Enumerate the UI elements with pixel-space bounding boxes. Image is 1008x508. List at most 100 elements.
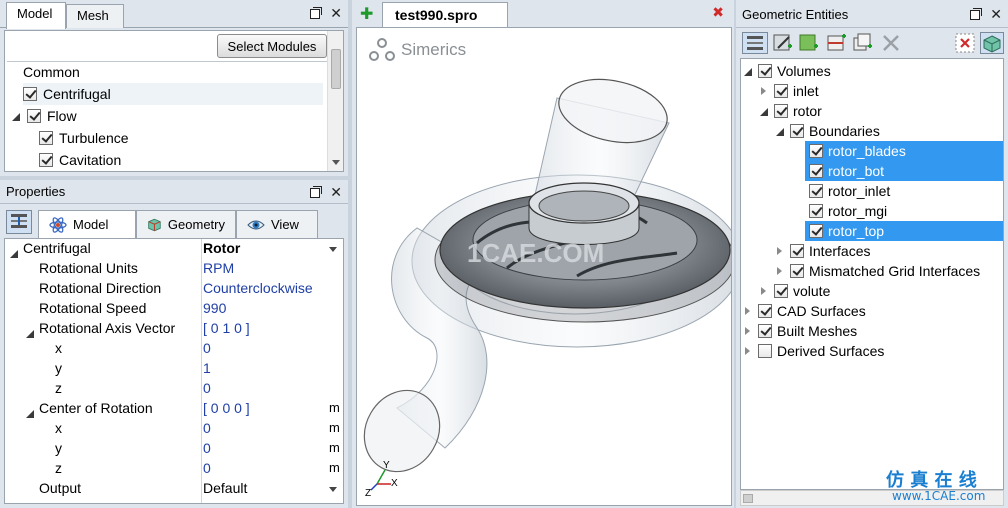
- tree-item-rotor-bot[interactable]: rotor_bot: [805, 161, 1003, 181]
- property-value[interactable]: 0: [203, 460, 211, 476]
- tree-checkbox[interactable]: [790, 264, 804, 278]
- close-icon[interactable]: ✕: [990, 7, 1002, 21]
- tree-checkbox[interactable]: [809, 204, 823, 218]
- dropdown-arrow-icon[interactable]: [329, 487, 337, 492]
- tree-checkbox[interactable]: [758, 344, 772, 358]
- collapse-icon[interactable]: [775, 126, 785, 136]
- layout-toggle-icon[interactable]: [6, 210, 32, 234]
- tree-checkbox[interactable]: [774, 104, 788, 118]
- table-row[interactable]: z 0: [5, 379, 343, 399]
- close-document-icon[interactable]: ✖: [712, 4, 724, 21]
- document-tab[interactable]: test990.spro: [382, 2, 508, 27]
- tree-checkbox[interactable]: [774, 284, 788, 298]
- collapse-icon[interactable]: [759, 106, 769, 116]
- expand-icon[interactable]: [743, 306, 753, 316]
- select-modules-button[interactable]: Select Modules: [217, 34, 327, 58]
- table-row[interactable]: z 0 m: [5, 459, 343, 479]
- tree-checkbox[interactable]: [758, 64, 772, 78]
- tree-checkbox[interactable]: [809, 184, 823, 198]
- scrollbar-thumb[interactable]: [743, 494, 753, 503]
- dropdown-arrow-icon[interactable]: [329, 247, 337, 252]
- tab-mesh[interactable]: Mesh: [66, 4, 124, 28]
- edit-surface-icon[interactable]: [772, 32, 794, 54]
- modules-scrollbar[interactable]: [327, 31, 343, 171]
- tree-item-volute[interactable]: volute: [759, 281, 830, 301]
- table-row[interactable]: Rotational Speed 990: [5, 299, 343, 319]
- property-value[interactable]: 0: [203, 340, 211, 356]
- expand-icon[interactable]: [775, 266, 785, 276]
- remove-selection-icon[interactable]: [954, 32, 976, 54]
- tree-checkbox[interactable]: [790, 124, 804, 138]
- tree-checkbox[interactable]: [758, 324, 772, 338]
- table-row[interactable]: Output Default: [5, 479, 343, 499]
- table-row[interactable]: x 0 m: [5, 419, 343, 439]
- tree-item-interfaces[interactable]: Interfaces: [775, 241, 870, 261]
- float-panel-icon[interactable]: [970, 8, 983, 20]
- collapse-icon[interactable]: [743, 66, 753, 76]
- property-value[interactable]: Default: [203, 480, 247, 496]
- property-value[interactable]: 0: [203, 420, 211, 436]
- collapse-icon[interactable]: [11, 111, 21, 121]
- tree-item-inlet[interactable]: inlet: [759, 81, 819, 101]
- module-centrifugal[interactable]: Centrifugal: [23, 83, 323, 105]
- tree-item-volumes[interactable]: Volumes: [743, 61, 831, 81]
- delete-entity-icon[interactable]: [880, 32, 902, 54]
- property-value[interactable]: Rotor: [203, 240, 240, 256]
- tree-item-rotor-mgi[interactable]: rotor_mgi: [809, 201, 887, 221]
- expand-icon[interactable]: [743, 346, 753, 356]
- expand-icon[interactable]: [743, 326, 753, 336]
- tab-geometry-props[interactable]: Geometry: [136, 210, 236, 238]
- tree-checkbox[interactable]: [790, 244, 804, 258]
- property-value[interactable]: [ 0 1 0 ]: [203, 320, 250, 336]
- table-row[interactable]: Centrifugal Rotor: [5, 239, 343, 259]
- tree-item-derived-surfaces[interactable]: Derived Surfaces: [743, 341, 884, 361]
- tree-item-built-meshes[interactable]: Built Meshes: [743, 321, 857, 341]
- tree-checkbox[interactable]: [809, 144, 823, 158]
- collapse-icon[interactable]: [25, 408, 35, 419]
- copy-entity-icon[interactable]: [852, 32, 874, 54]
- module-cavitation[interactable]: Cavitation: [39, 149, 121, 171]
- tab-view-props[interactable]: View: [236, 210, 318, 238]
- tree-checkbox[interactable]: [809, 164, 823, 178]
- module-turbulence[interactable]: Turbulence: [39, 127, 129, 149]
- table-row[interactable]: x 0: [5, 339, 343, 359]
- property-value[interactable]: 1: [203, 360, 211, 376]
- close-icon[interactable]: ✕: [330, 185, 342, 199]
- table-row[interactable]: Rotational Units RPM: [5, 259, 343, 279]
- scroll-down-icon[interactable]: [332, 160, 340, 165]
- tree-checkbox[interactable]: [758, 304, 772, 318]
- collapse-icon[interactable]: [9, 248, 19, 259]
- show-solid-icon[interactable]: [980, 32, 1004, 54]
- expand-icon[interactable]: [759, 86, 769, 96]
- add-tab-icon[interactable]: ✚: [360, 4, 373, 24]
- table-row[interactable]: Rotational Axis Vector [ 0 1 0 ]: [5, 319, 343, 339]
- property-value[interactable]: [ 0 0 0 ]: [203, 400, 250, 416]
- add-volume-icon[interactable]: [798, 32, 820, 54]
- centrifugal-checkbox[interactable]: [23, 87, 37, 101]
- expand-icon[interactable]: [759, 286, 769, 296]
- table-row[interactable]: y 1: [5, 359, 343, 379]
- property-value[interactable]: 0: [203, 380, 211, 396]
- tree-item-rotor[interactable]: rotor: [759, 101, 822, 121]
- flow-checkbox[interactable]: [27, 109, 41, 123]
- tab-model[interactable]: Model: [6, 2, 66, 29]
- tree-item-rotor-top[interactable]: rotor_top: [805, 221, 1003, 241]
- cavitation-checkbox[interactable]: [39, 153, 53, 167]
- add-boundary-icon[interactable]: [826, 32, 848, 54]
- property-value[interactable]: RPM: [203, 260, 234, 276]
- tree-item-boundaries[interactable]: Boundaries: [775, 121, 880, 141]
- property-value[interactable]: 0: [203, 440, 211, 456]
- scrollbar-thumb[interactable]: [331, 49, 341, 89]
- tree-item-mismatched-grid-interfaces[interactable]: Mismatched Grid Interfaces: [775, 261, 980, 281]
- tab-model-props[interactable]: Model: [38, 210, 136, 238]
- tree-checkbox[interactable]: [774, 84, 788, 98]
- tree-item-cad-surfaces[interactable]: CAD Surfaces: [743, 301, 866, 321]
- table-row[interactable]: Rotational Direction Counterclockwise: [5, 279, 343, 299]
- tree-item-rotor-inlet[interactable]: rotor_inlet: [809, 181, 890, 201]
- property-value[interactable]: Counterclockwise: [203, 280, 313, 296]
- table-row[interactable]: Center of Rotation [ 0 0 0 ] m: [5, 399, 343, 419]
- module-flow[interactable]: Flow: [11, 105, 77, 127]
- turbulence-checkbox[interactable]: [39, 131, 53, 145]
- expand-icon[interactable]: [775, 246, 785, 256]
- 3d-viewport[interactable]: Simerics 1CAE.COM Y X Z: [356, 27, 732, 506]
